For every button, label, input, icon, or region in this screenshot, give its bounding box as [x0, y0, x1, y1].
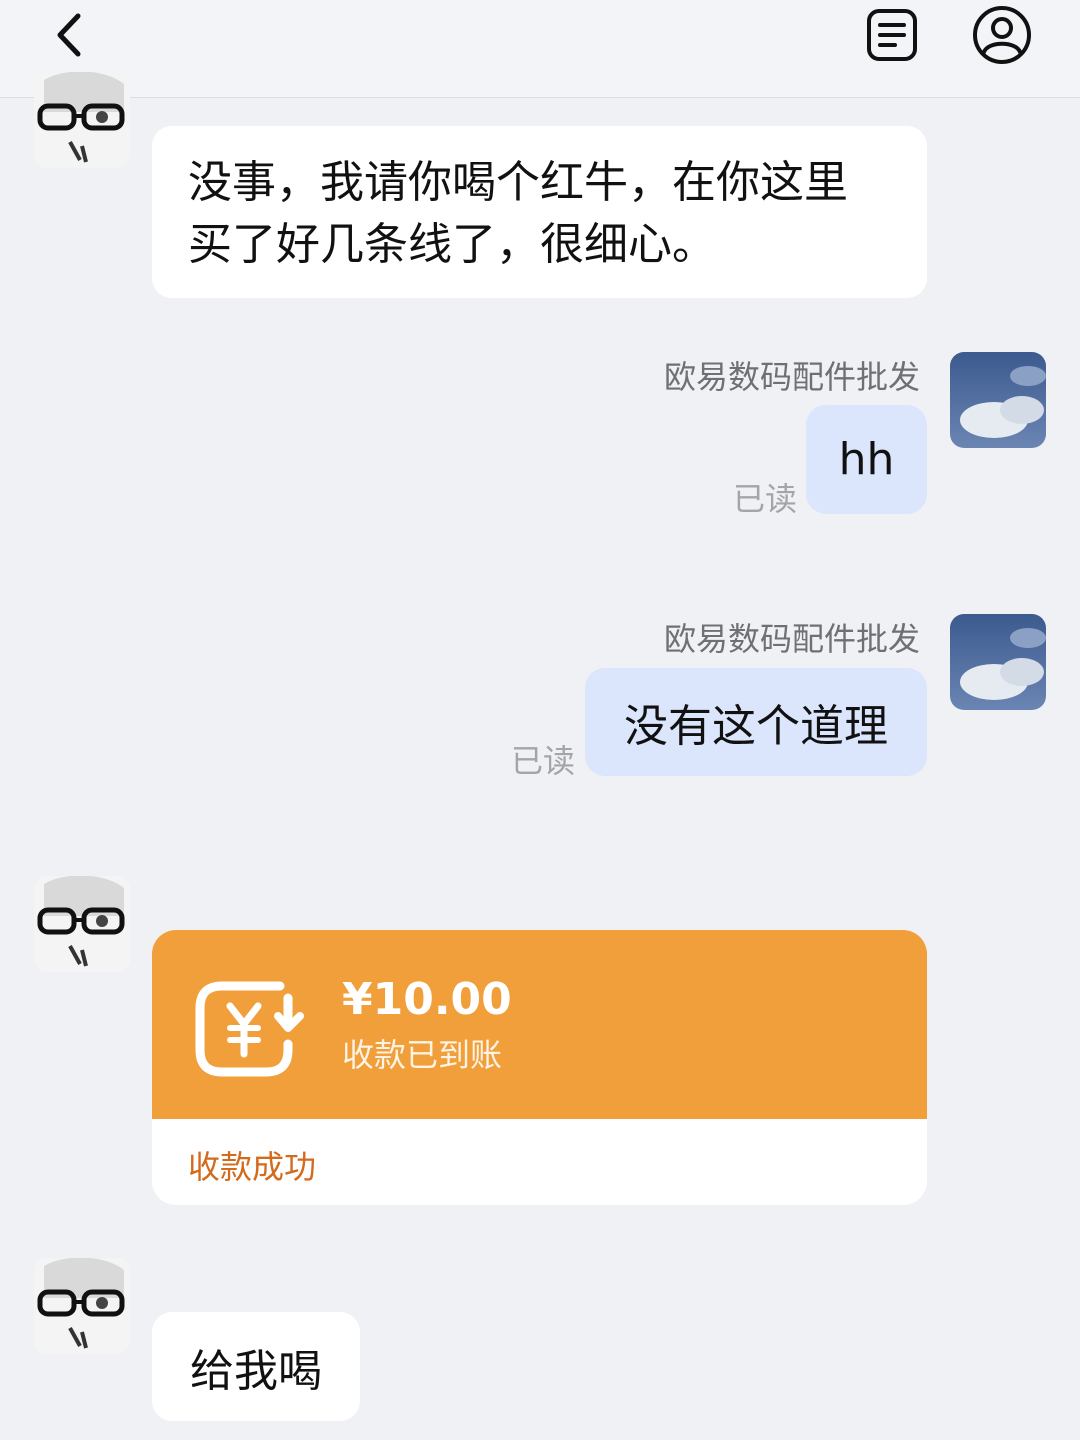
user-profile-icon [973, 6, 1031, 64]
yuan-transfer-icon [192, 970, 312, 1080]
contact-avatar[interactable] [34, 876, 130, 972]
chat-message-bubble[interactable]: 给我喝 [152, 1312, 360, 1421]
transfer-amount: ¥10.00 [342, 974, 512, 1025]
anime-avatar-image [34, 1258, 130, 1354]
my-avatar[interactable] [950, 614, 1046, 710]
sender-name: 欧易数码配件批发 [663, 358, 920, 396]
sky-avatar-image [950, 352, 1046, 448]
message-text-line: 没事，我请你喝个红牛，在你这里 [188, 157, 848, 208]
money-transfer-card[interactable]: ¥10.00 收款已到账 收款成功 [152, 930, 927, 1205]
message-text: 给我喝 [190, 1345, 322, 1397]
chat-message-bubble[interactable]: 没有这个道理 [585, 668, 927, 776]
chat-message-bubble[interactable]: 没事，我请你喝个红牛，在你这里 买了好几条线了，很细心。 [152, 126, 927, 298]
contact-avatar[interactable] [34, 1258, 130, 1354]
transfer-status: 收款已到账 [342, 1036, 503, 1074]
top-navigation-bar [0, 0, 1080, 98]
back-button[interactable] [36, 0, 100, 70]
transfer-card-header: ¥10.00 收款已到账 [152, 930, 927, 1119]
contact-avatar[interactable] [34, 72, 130, 168]
transfer-footer-label: 收款成功 [188, 1148, 317, 1186]
sky-avatar-image [950, 614, 1046, 710]
sender-name: 欧易数码配件批发 [663, 620, 920, 658]
message-text-line: 买了好几条线了，很细心。 [188, 219, 716, 270]
read-status: 已读 [733, 480, 798, 518]
read-status: 已读 [511, 742, 576, 780]
chat-message-bubble[interactable]: hh [806, 405, 927, 514]
notes-icon [867, 9, 917, 61]
chevron-left-icon [57, 13, 81, 57]
my-avatar[interactable] [950, 352, 1046, 448]
notes-button[interactable] [862, 5, 922, 65]
anime-avatar-image [34, 876, 130, 972]
message-text: hh [838, 434, 895, 485]
anime-avatar-image [34, 72, 130, 168]
message-text: 没有这个道理 [624, 701, 888, 752]
profile-button[interactable] [970, 3, 1034, 67]
